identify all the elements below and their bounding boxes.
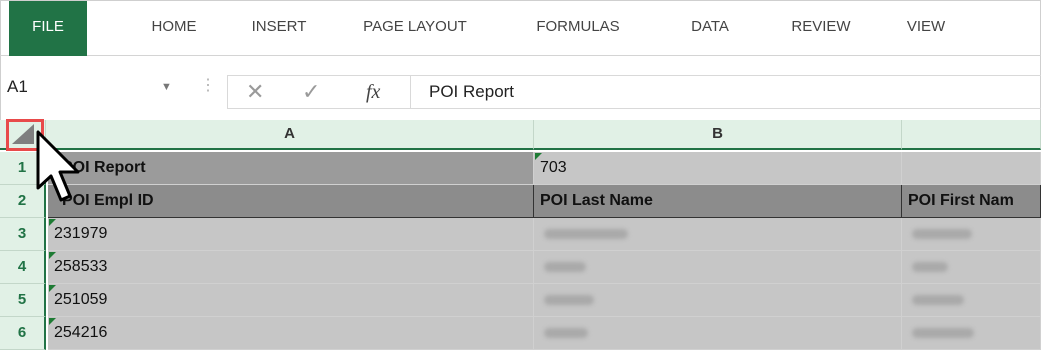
error-indicator-icon <box>49 252 56 259</box>
redacted-last-name <box>544 328 588 338</box>
insert-function-icon[interactable]: fx <box>366 78 380 106</box>
cell-c1[interactable] <box>902 152 1041 185</box>
cell-a4[interactable]: 258533 <box>48 251 534 284</box>
error-indicator-icon <box>49 318 56 325</box>
cell-b1[interactable]: 703 <box>534 152 902 185</box>
cell-b6[interactable] <box>534 317 902 350</box>
cell-b5[interactable] <box>534 284 902 317</box>
formula-bar: A1 ▼ ⋮ ✕ ✓ fx POI Report <box>0 56 1041 120</box>
cell-c2[interactable]: POI First Nam <box>902 185 1041 218</box>
error-indicator-icon <box>49 285 56 292</box>
row-header-4[interactable]: 4 <box>0 251 46 284</box>
enter-check-icon[interactable]: ✓ <box>302 78 320 106</box>
column-header-c[interactable] <box>902 120 1041 150</box>
redacted-last-name <box>544 229 628 239</box>
column-header-a[interactable]: A <box>46 120 534 150</box>
column-header-b[interactable]: B <box>534 120 902 150</box>
cell-a2[interactable]: POI Empl ID <box>48 185 534 218</box>
tab-file[interactable]: FILE <box>9 1 87 57</box>
redacted-last-name <box>544 295 594 305</box>
tab-formulas[interactable]: FORMULAS <box>523 1 633 57</box>
cell-a5[interactable]: 251059 <box>48 284 534 317</box>
cell-b1-text: 703 <box>540 159 567 176</box>
mouse-pointer-icon <box>36 130 80 202</box>
cell-b2[interactable]: POI Last Name <box>534 185 902 218</box>
name-box[interactable]: A1 ▼ <box>7 70 187 104</box>
row-header-5[interactable]: 5 <box>0 284 46 317</box>
cell-b3[interactable] <box>534 218 902 251</box>
cell-a3-text: 231979 <box>54 225 108 242</box>
cell-b2-text: POI Last Name <box>540 192 653 209</box>
redacted-first-name <box>912 295 964 305</box>
redacted-first-name <box>912 328 974 338</box>
tab-insert[interactable]: INSERT <box>239 1 319 57</box>
tab-page-layout[interactable]: PAGE LAYOUT <box>349 1 481 57</box>
cell-a1[interactable]: POI Report <box>48 152 534 185</box>
cell-a6[interactable]: 254216 <box>48 317 534 350</box>
tab-view[interactable]: VIEW <box>896 1 956 57</box>
tab-home[interactable]: HOME <box>134 1 214 57</box>
formula-buttons: ✕ ✓ fx <box>227 75 411 109</box>
row-header-6[interactable]: 6 <box>0 317 46 350</box>
redacted-first-name <box>912 229 972 239</box>
ribbon-tab-bar: FILE HOME INSERT PAGE LAYOUT FORMULAS DA… <box>0 0 1041 57</box>
redacted-first-name <box>912 262 948 272</box>
row-header-3[interactable]: 3 <box>0 218 46 251</box>
tab-data[interactable]: DATA <box>680 1 740 57</box>
chevron-down-icon[interactable]: ▼ <box>161 70 172 104</box>
cell-a4-text: 258533 <box>54 258 108 275</box>
name-box-value: A1 <box>7 77 28 96</box>
error-indicator-icon <box>49 219 56 226</box>
cell-a6-text: 254216 <box>54 324 108 341</box>
cell-a5-text: 251059 <box>54 291 108 308</box>
cell-c6[interactable] <box>902 317 1041 350</box>
tab-review[interactable]: REVIEW <box>775 1 867 57</box>
resize-handle-icon[interactable]: ⋮ <box>200 78 216 94</box>
formula-input[interactable]: POI Report <box>411 75 1041 109</box>
cell-c3[interactable] <box>902 218 1041 251</box>
cell-a3[interactable]: 231979 <box>48 218 534 251</box>
cancel-icon[interactable]: ✕ <box>246 78 264 106</box>
cell-b4[interactable] <box>534 251 902 284</box>
cell-c5[interactable] <box>902 284 1041 317</box>
cell-c4[interactable] <box>902 251 1041 284</box>
cell-c2-text: POI First Nam <box>908 192 1014 209</box>
error-indicator-icon <box>535 153 542 160</box>
redacted-last-name <box>544 262 586 272</box>
